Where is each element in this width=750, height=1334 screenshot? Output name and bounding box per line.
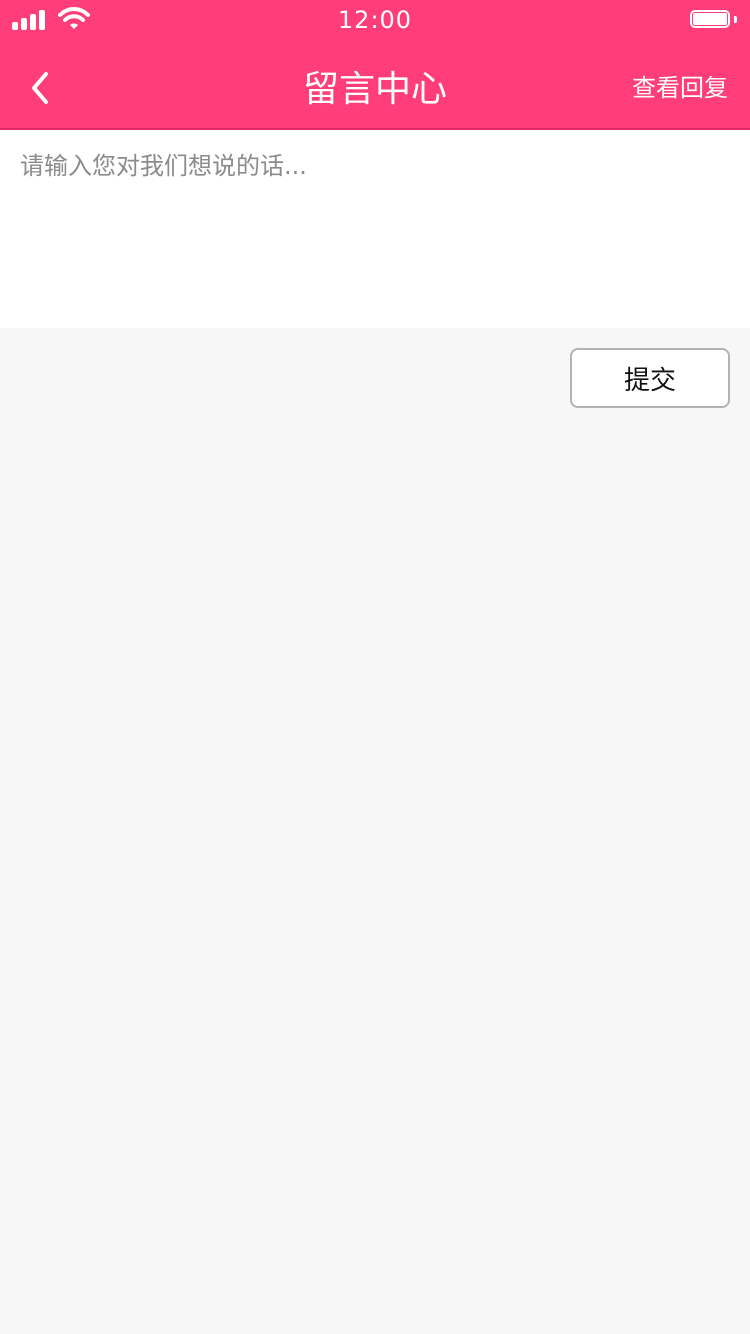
app-root: 12:00 留言中心 查看回复 提交 xyxy=(0,0,750,1334)
chevron-left-icon[interactable] xyxy=(20,62,60,112)
view-replies-button[interactable]: 查看回复 xyxy=(632,68,728,103)
status-time: 12:00 xyxy=(337,6,413,34)
battery-icon xyxy=(690,10,737,30)
message-input-container xyxy=(0,130,750,328)
navigation-bar: 留言中心 查看回复 xyxy=(0,40,750,128)
message-input[interactable] xyxy=(0,130,750,328)
submit-button[interactable]: 提交 xyxy=(570,348,730,408)
status-bar: 12:00 xyxy=(0,0,750,40)
top-bar: 12:00 留言中心 查看回复 xyxy=(0,0,750,130)
